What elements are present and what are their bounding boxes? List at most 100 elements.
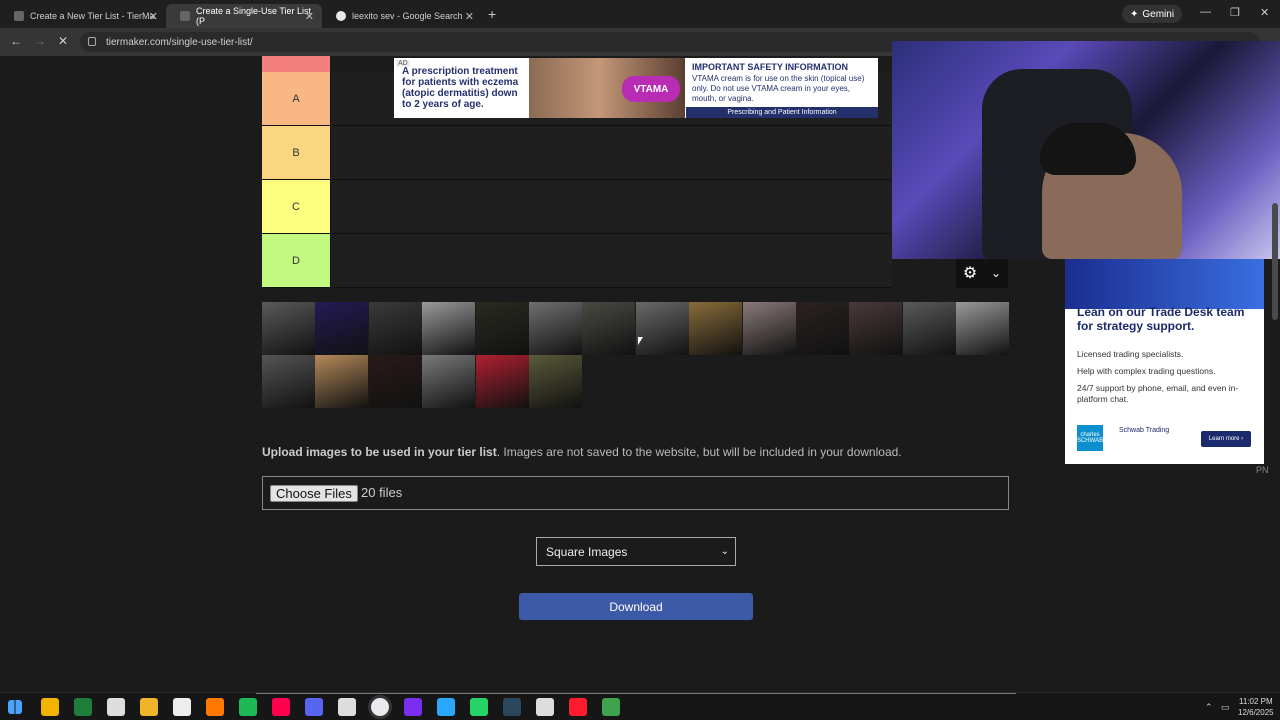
close-window-icon[interactable]: ✕	[1260, 6, 1269, 19]
file-upload-field[interactable]: Choose Files 20 files	[262, 476, 1009, 510]
tier-item-image[interactable]	[368, 355, 422, 408]
tier-label[interactable]: B	[262, 126, 330, 179]
tab-single-use[interactable]: Create a Single-Use Tier List (P ✕	[166, 4, 322, 28]
whatsapp-icon[interactable]	[470, 698, 488, 716]
ad-footer-link[interactable]: Prescribing and Patient Information	[686, 107, 878, 118]
minimize-icon[interactable]: —	[1200, 6, 1211, 18]
tab-label: Create a New Tier List - TierMa	[30, 11, 155, 21]
app-icon[interactable]	[437, 698, 455, 716]
tier-item-image[interactable]	[422, 355, 476, 408]
schwab-logo: charles SCHWAB	[1077, 425, 1103, 451]
next-icon[interactable]	[404, 698, 422, 716]
tier-item-image[interactable]	[262, 302, 315, 355]
ad-brand-logo: VTAMA	[622, 76, 680, 102]
chevron-down-icon[interactable]: ⌄	[991, 266, 1001, 280]
tier-item-image[interactable]	[262, 355, 315, 408]
tier-row-d: D	[262, 234, 892, 288]
new-tab-icon[interactable]: +	[488, 6, 496, 22]
taskbar-divider	[256, 693, 1016, 694]
stop-loading-icon[interactable]: ✕	[58, 34, 68, 48]
tray-chevron-icon[interactable]: ⌃	[1205, 702, 1213, 713]
tier-item-image[interactable]	[956, 302, 1010, 355]
ad-safety-info: IMPORTANT SAFETY INFORMATION VTAMA cream…	[692, 62, 872, 104]
windows-icon[interactable]	[8, 700, 22, 714]
image-shape-select[interactable]: Square Images ⌄	[536, 537, 736, 566]
ad-headline: A prescription treatment for patients wi…	[402, 66, 519, 110]
tab-google-search[interactable]: leexito sev - Google Search ✕	[322, 4, 482, 28]
capcut-icon[interactable]	[173, 698, 191, 716]
url-text: tiermaker.com/single-use-tier-list/	[106, 36, 253, 48]
site-info-icon[interactable]	[88, 37, 96, 46]
tiktok-icon[interactable]	[272, 698, 290, 716]
steam-app-icon[interactable]	[338, 698, 356, 716]
gemini-button[interactable]: ✦ Gemini	[1122, 5, 1183, 23]
download-button[interactable]: Download	[519, 593, 753, 620]
tier-item-image[interactable]	[635, 302, 689, 355]
chrome-icon[interactable]	[371, 698, 389, 716]
tier-item-image[interactable]	[422, 302, 476, 355]
restore-icon[interactable]: ❐	[1230, 6, 1240, 19]
streamer-hat	[1040, 123, 1136, 175]
tier-label[interactable]: C	[262, 180, 330, 233]
choose-files-button[interactable]: Choose Files	[270, 485, 358, 502]
gemini-label: Gemini	[1142, 8, 1175, 20]
scrollbar[interactable]	[1272, 203, 1278, 320]
minecraft-icon[interactable]	[602, 698, 620, 716]
clock[interactable]: 11:02 PM 12/6/2025	[1238, 696, 1274, 718]
tier-controls: ⚙ ⌄	[956, 258, 1008, 288]
obs-icon[interactable]	[107, 698, 125, 716]
file-count: 20 files	[361, 485, 403, 500]
tier-drop-zone[interactable]	[330, 180, 892, 233]
browser-tab-bar: Create a New Tier List - TierMa ✕ Create…	[0, 0, 1280, 28]
tier-label[interactable]: D	[262, 234, 330, 287]
tier-item-image[interactable]	[689, 302, 743, 355]
tier-item-image[interactable]	[582, 302, 636, 355]
tier-item-image[interactable]	[315, 355, 369, 408]
tier-item-image[interactable]	[529, 355, 582, 408]
tier-item-image[interactable]	[849, 302, 903, 355]
tab-tiermaker-new[interactable]: Create a New Tier List - TierMa ✕	[0, 4, 166, 28]
tier-drop-zone[interactable]	[330, 126, 892, 179]
tier-item-image[interactable]	[475, 355, 529, 408]
app-icon[interactable]	[140, 698, 158, 716]
tier-item-image[interactable]	[368, 302, 422, 355]
opera-icon[interactable]	[569, 698, 587, 716]
top-ad-banner[interactable]: AD A prescription treatment for patients…	[394, 58, 878, 118]
spotify-icon[interactable]	[239, 698, 257, 716]
forward-icon[interactable]: →	[34, 34, 46, 48]
tier-label[interactable]: A	[262, 72, 330, 125]
close-tab-icon[interactable]: ✕	[305, 10, 314, 23]
tier-item-image[interactable]	[315, 302, 369, 355]
clock-time: 11:02 PM	[1238, 697, 1273, 706]
tier-item-image[interactable]	[475, 302, 529, 355]
4k-icon[interactable]	[536, 698, 554, 716]
clock-date: 12/6/2025	[1238, 708, 1274, 717]
discord-icon[interactable]	[305, 698, 323, 716]
close-tab-icon[interactable]: ✕	[149, 10, 158, 23]
webcam-overlay	[892, 41, 1280, 259]
ad-headline: Lean on our Trade Desk team for strategy…	[1077, 305, 1245, 333]
ad-graphic	[1065, 259, 1264, 309]
tier-item-image[interactable]	[796, 302, 849, 355]
gear-icon[interactable]: ⚙	[963, 263, 977, 283]
chevron-down-icon: ⌄	[720, 546, 729, 557]
ad-bullet: 24/7 support by phone, email, and even i…	[1077, 383, 1239, 404]
tiermaker-favicon-icon	[14, 11, 24, 21]
learn-more-button[interactable]: Learn more ›	[1201, 431, 1251, 447]
tier-item-image[interactable]	[529, 302, 582, 355]
close-tab-icon[interactable]: ✕	[465, 10, 474, 23]
back-icon[interactable]: ←	[10, 34, 22, 48]
tier-item-image[interactable]	[742, 302, 796, 355]
upload-instructions-bold: Upload images to be used in your tier li…	[262, 445, 497, 459]
ad-safety-title: IMPORTANT SAFETY INFORMATION	[692, 62, 848, 72]
upload-instructions: Upload images to be used in your tier li…	[262, 445, 902, 459]
tier-drop-zone[interactable]	[330, 234, 892, 287]
tier-item-image[interactable]	[902, 302, 956, 355]
network-icon[interactable]: ▭	[1221, 702, 1230, 713]
steam-icon[interactable]	[503, 698, 521, 716]
file-explorer-icon[interactable]	[41, 698, 59, 716]
vlc-icon[interactable]	[206, 698, 224, 716]
side-ad-banner[interactable]: Lean on our Trade Desk team for strategy…	[1065, 259, 1264, 464]
excel-icon[interactable]	[74, 698, 92, 716]
tab-label: leexito sev - Google Search	[352, 11, 463, 21]
